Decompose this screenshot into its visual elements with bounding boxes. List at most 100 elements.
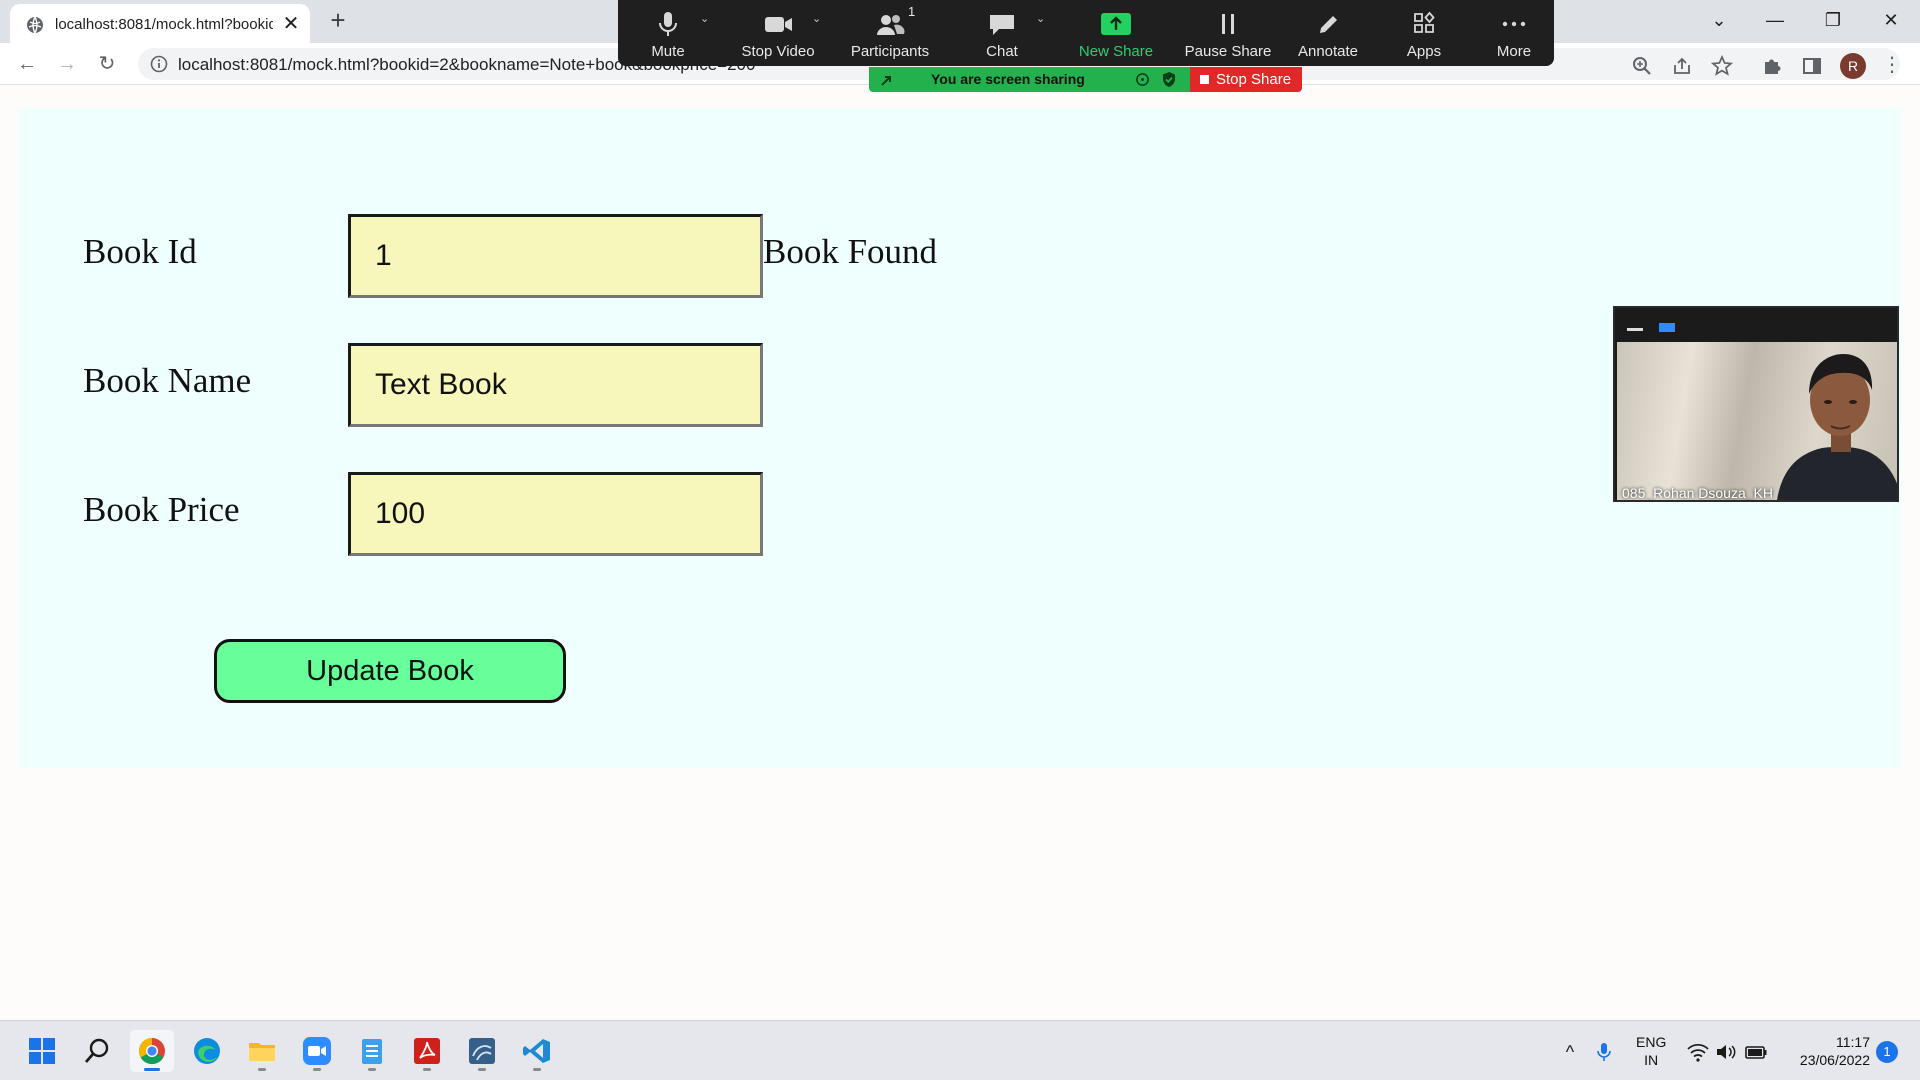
participant-silhouette-icon xyxy=(1777,354,1897,500)
windows-taskbar: ^ ENG IN 11:17 23/06/2022 1 xyxy=(0,1020,1920,1080)
close-window-button[interactable]: ✕ xyxy=(1874,6,1908,34)
meeting-info-icon[interactable] xyxy=(1135,72,1150,87)
book-price-label: Book Price xyxy=(83,490,240,529)
stop-share-button[interactable]: Stop Share xyxy=(1190,67,1302,92)
pause-share-button[interactable]: Pause Share xyxy=(1178,0,1278,66)
taskbar-mysql-workbench[interactable] xyxy=(460,1030,504,1072)
book-price-input[interactable] xyxy=(348,472,763,556)
apps-button[interactable]: Apps xyxy=(1374,0,1474,66)
participants-label: Participants xyxy=(850,43,930,60)
side-panel-icon[interactable] xyxy=(1800,54,1824,78)
book-id-label: Book Id xyxy=(83,232,197,271)
mute-label: Mute xyxy=(651,43,685,60)
chat-button[interactable]: ⌄ Chat xyxy=(952,0,1052,66)
update-book-button[interactable]: Update Book xyxy=(214,639,566,703)
taskbar-file-explorer[interactable] xyxy=(240,1030,284,1072)
taskbar-vscode[interactable] xyxy=(515,1030,559,1072)
notepad-icon xyxy=(362,1039,382,1064)
close-tab-icon[interactable]: ✕ xyxy=(280,13,302,35)
mute-button[interactable]: ⌄ Mute xyxy=(618,0,718,66)
notification-badge[interactable]: 1 xyxy=(1876,1041,1898,1063)
video-view-icon[interactable] xyxy=(1659,323,1675,332)
shield-check-icon[interactable] xyxy=(1161,71,1177,88)
system-clock[interactable]: 11:17 23/06/2022 xyxy=(1780,1033,1870,1069)
mute-options-chevron-icon[interactable]: ⌄ xyxy=(700,12,709,25)
browser-menu-icon[interactable]: ⋮ xyxy=(1882,51,1902,79)
book-name-label: Book Name xyxy=(83,361,252,400)
taskbar-search[interactable] xyxy=(75,1030,119,1072)
taskbar-edge[interactable] xyxy=(185,1030,229,1072)
running-indicator xyxy=(368,1068,376,1071)
drag-arrow-icon xyxy=(881,76,891,86)
new-share-button[interactable]: New Share xyxy=(1066,0,1166,66)
chat-options-chevron-icon[interactable]: ⌄ xyxy=(1036,12,1045,25)
bookmark-star-icon[interactable] xyxy=(1710,54,1734,78)
taskbar-acrobat[interactable] xyxy=(405,1030,449,1072)
running-indicator xyxy=(533,1068,541,1071)
apps-label: Apps xyxy=(1406,43,1442,60)
taskbar-notepad[interactable] xyxy=(350,1030,394,1072)
restore-button[interactable]: ❐ xyxy=(1816,6,1850,34)
minimize-button[interactable]: — xyxy=(1758,6,1792,34)
reload-button[interactable]: ↻ xyxy=(94,51,120,77)
tray-overflow-chevron-icon[interactable]: ^ xyxy=(1558,1041,1582,1063)
video-camera-icon xyxy=(765,17,792,32)
book-name-input[interactable] xyxy=(348,343,763,427)
clock-time: 11:17 xyxy=(1836,1034,1870,1050)
more-button[interactable]: More xyxy=(1464,0,1564,66)
annotate-label: Annotate xyxy=(1297,43,1359,60)
screen-sharing-banner[interactable]: You are screen sharing xyxy=(869,67,1190,92)
microphone-icon xyxy=(659,12,677,36)
annotate-button[interactable]: Annotate xyxy=(1278,0,1378,66)
more-label: More xyxy=(1496,43,1532,60)
running-indicator xyxy=(313,1068,321,1071)
participant-name: 085_Rohan Dsouza_KH xyxy=(1622,485,1773,500)
share-arrow-icon xyxy=(1101,13,1131,35)
participants-button[interactable]: 1 Participants xyxy=(840,0,940,66)
zoom-magnifier-icon[interactable] xyxy=(1630,54,1654,78)
share-page-icon[interactable] xyxy=(1670,54,1694,78)
battery-icon[interactable] xyxy=(1744,1041,1768,1063)
extensions-puzzle-icon[interactable] xyxy=(1760,54,1784,78)
participant-video-tile[interactable]: 085_Rohan Dsouza_KH xyxy=(1613,306,1899,502)
tray-microphone-icon[interactable] xyxy=(1592,1041,1616,1063)
region-code: IN xyxy=(1644,1052,1659,1068)
chevron-down-icon[interactable]: ⌄ xyxy=(1702,6,1736,34)
profile-avatar[interactable]: R xyxy=(1840,53,1866,79)
clock-date: 23/06/2022 xyxy=(1799,1052,1870,1068)
sharing-banner-text: You are screen sharing xyxy=(931,71,1085,87)
participant-count: 1 xyxy=(908,4,916,19)
stop-video-label: Stop Video xyxy=(741,43,815,60)
browser-tab[interactable]: localhost:8081/mock.html?bookid=2&bookna… xyxy=(10,4,310,43)
more-dots-icon xyxy=(1502,21,1526,27)
taskbar-zoom[interactable] xyxy=(295,1030,339,1072)
book-id-input[interactable] xyxy=(348,214,763,298)
language-code: ENG xyxy=(1636,1034,1667,1050)
volume-icon[interactable] xyxy=(1714,1041,1738,1063)
taskbar-chrome[interactable] xyxy=(130,1030,174,1072)
new-tab-button[interactable]: + xyxy=(326,7,350,33)
zoom-icon xyxy=(303,1037,331,1065)
participants-icon xyxy=(877,15,905,35)
pause-share-label: Pause Share xyxy=(1184,43,1272,60)
forward-button[interactable]: → xyxy=(54,51,80,77)
back-button[interactable]: ← xyxy=(14,51,40,77)
language-indicator[interactable]: ENG IN xyxy=(1636,1033,1666,1069)
stop-square-icon xyxy=(1200,75,1209,84)
active-indicator xyxy=(144,1068,160,1071)
book-status-text: Book Found xyxy=(763,232,938,271)
stop-video-button[interactable]: ⌄ Stop Video xyxy=(728,0,828,66)
edge-icon xyxy=(194,1038,220,1064)
zoom-share-toolbar: ⌄ Mute ⌄ Stop Video 1 Participants ⌄ Cha… xyxy=(618,0,1554,66)
minimize-video-icon[interactable] xyxy=(1627,328,1643,331)
tab-title: localhost:8081/mock.html?bookid=2&bookna… xyxy=(55,16,273,33)
start-button[interactable] xyxy=(20,1030,64,1072)
info-icon[interactable] xyxy=(150,55,168,73)
pause-icon xyxy=(1222,14,1234,34)
wifi-icon[interactable] xyxy=(1686,1041,1710,1063)
stop-share-label: Stop Share xyxy=(1216,71,1292,88)
chat-icon xyxy=(990,15,1014,35)
pencil-icon xyxy=(1320,16,1337,33)
start-icon xyxy=(29,1038,55,1064)
video-options-chevron-icon[interactable]: ⌄ xyxy=(812,12,821,25)
